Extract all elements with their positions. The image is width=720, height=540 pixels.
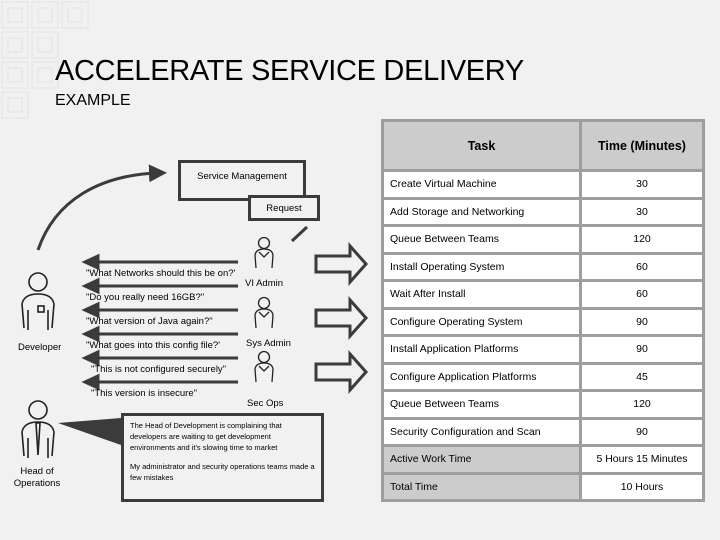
task-cell: Wait After Install xyxy=(381,279,582,310)
summary-row: Active Work Time 5 Hours 15 Minutes xyxy=(381,444,705,475)
quote-memory: "Do you really need 16GB?" xyxy=(86,292,205,303)
task-cell: Queue Between Teams xyxy=(381,224,582,255)
time-cell: 120 xyxy=(579,389,705,420)
table-row: Add Storage and Networking 30 xyxy=(381,196,705,227)
request-box: Request xyxy=(248,195,320,221)
time-cell: 90 xyxy=(579,416,705,447)
curved-arrow xyxy=(36,164,167,251)
sys-admin-person-icon xyxy=(254,296,274,329)
request-connector-line xyxy=(290,225,309,243)
sec-ops-label: Sec Ops xyxy=(247,398,284,409)
arrowhead-icon xyxy=(81,253,100,271)
arrowhead-icon xyxy=(81,325,100,343)
task-cell: Configure Application Platforms xyxy=(381,361,582,392)
head-of-operations-person-icon xyxy=(21,400,55,458)
arrowhead-icon xyxy=(81,349,100,367)
time-cell: 120 xyxy=(579,224,705,255)
task-cell: Install Operating System xyxy=(381,251,582,282)
task-cell: Security Configuration and Scan xyxy=(381,416,582,447)
quote-java-version: "What version of Java again?" xyxy=(86,316,213,327)
handoff-arrow-icon xyxy=(314,296,369,340)
time-cell: 60 xyxy=(579,279,705,310)
table-row: Configure Operating System 90 xyxy=(381,306,705,337)
vi-admin-person-icon xyxy=(254,236,274,269)
task-time-table: Task Time (Minutes) Create Virtual Machi… xyxy=(381,119,705,502)
task-cell: Install Application Platforms xyxy=(381,334,582,365)
time-cell: 45 xyxy=(579,361,705,392)
time-cell: 30 xyxy=(579,196,705,227)
table-header-row: Task Time (Minutes) xyxy=(381,119,705,172)
developer-person-icon xyxy=(21,272,55,330)
time-cell: 60 xyxy=(579,251,705,282)
task-cell: Add Storage and Networking xyxy=(381,196,582,227)
time-cell: 90 xyxy=(579,306,705,337)
column-header-time: Time (Minutes) xyxy=(579,119,705,172)
table-row: Queue Between Teams 120 xyxy=(381,389,705,420)
developer-label: Developer xyxy=(18,342,62,353)
arrowhead-icon xyxy=(81,277,100,295)
column-header-task: Task xyxy=(381,119,582,172)
time-cell: 30 xyxy=(579,169,705,200)
task-cell: Configure Operating System xyxy=(381,306,582,337)
table-row: Security Configuration and Scan 90 xyxy=(381,416,705,447)
note-paragraph: The Head of Development is complaining t… xyxy=(130,421,282,452)
table-row: Install Operating System 60 xyxy=(381,251,705,282)
arrowhead-icon xyxy=(81,373,100,391)
head-of-operations-label: Head of Operations xyxy=(13,466,61,489)
arrowhead-icon xyxy=(81,301,100,319)
table-row: Wait After Install 60 xyxy=(381,279,705,310)
quote-insecure-version: "This version is insecure" xyxy=(91,388,198,399)
task-cell: Create Virtual Machine xyxy=(381,169,582,200)
vi-admin-label: VI Admin xyxy=(245,278,284,289)
note-box: The Head of Development is complaining t… xyxy=(121,413,324,502)
sec-ops-person-icon xyxy=(254,350,274,383)
summary-value: 5 Hours 15 Minutes xyxy=(579,444,705,475)
note-paragraph: My administrator and security operations… xyxy=(130,462,315,482)
quote-not-secure: "This is not configured securely" xyxy=(91,364,227,375)
quote-networks: "What Networks should this be on?' xyxy=(86,268,236,279)
task-cell: Queue Between Teams xyxy=(381,389,582,420)
handoff-arrow-icon xyxy=(314,350,369,394)
note-pointer xyxy=(58,418,121,445)
summary-label: Total Time xyxy=(381,471,582,502)
quote-config-file: "What goes into this config file?' xyxy=(86,340,221,351)
handoff-arrow-icon xyxy=(314,242,369,286)
summary-row: Total Time 10 Hours xyxy=(381,471,705,502)
summary-label: Active Work Time xyxy=(381,444,582,475)
table-row: Install Application Platforms 90 xyxy=(381,334,705,365)
summary-value: 10 Hours xyxy=(579,471,705,502)
time-cell: 90 xyxy=(579,334,705,365)
sys-admin-label: Sys Admin xyxy=(246,338,291,349)
table-row: Create Virtual Machine 30 xyxy=(381,169,705,200)
table-row: Configure Application Platforms 45 xyxy=(381,361,705,392)
table-row: Queue Between Teams 120 xyxy=(381,224,705,255)
